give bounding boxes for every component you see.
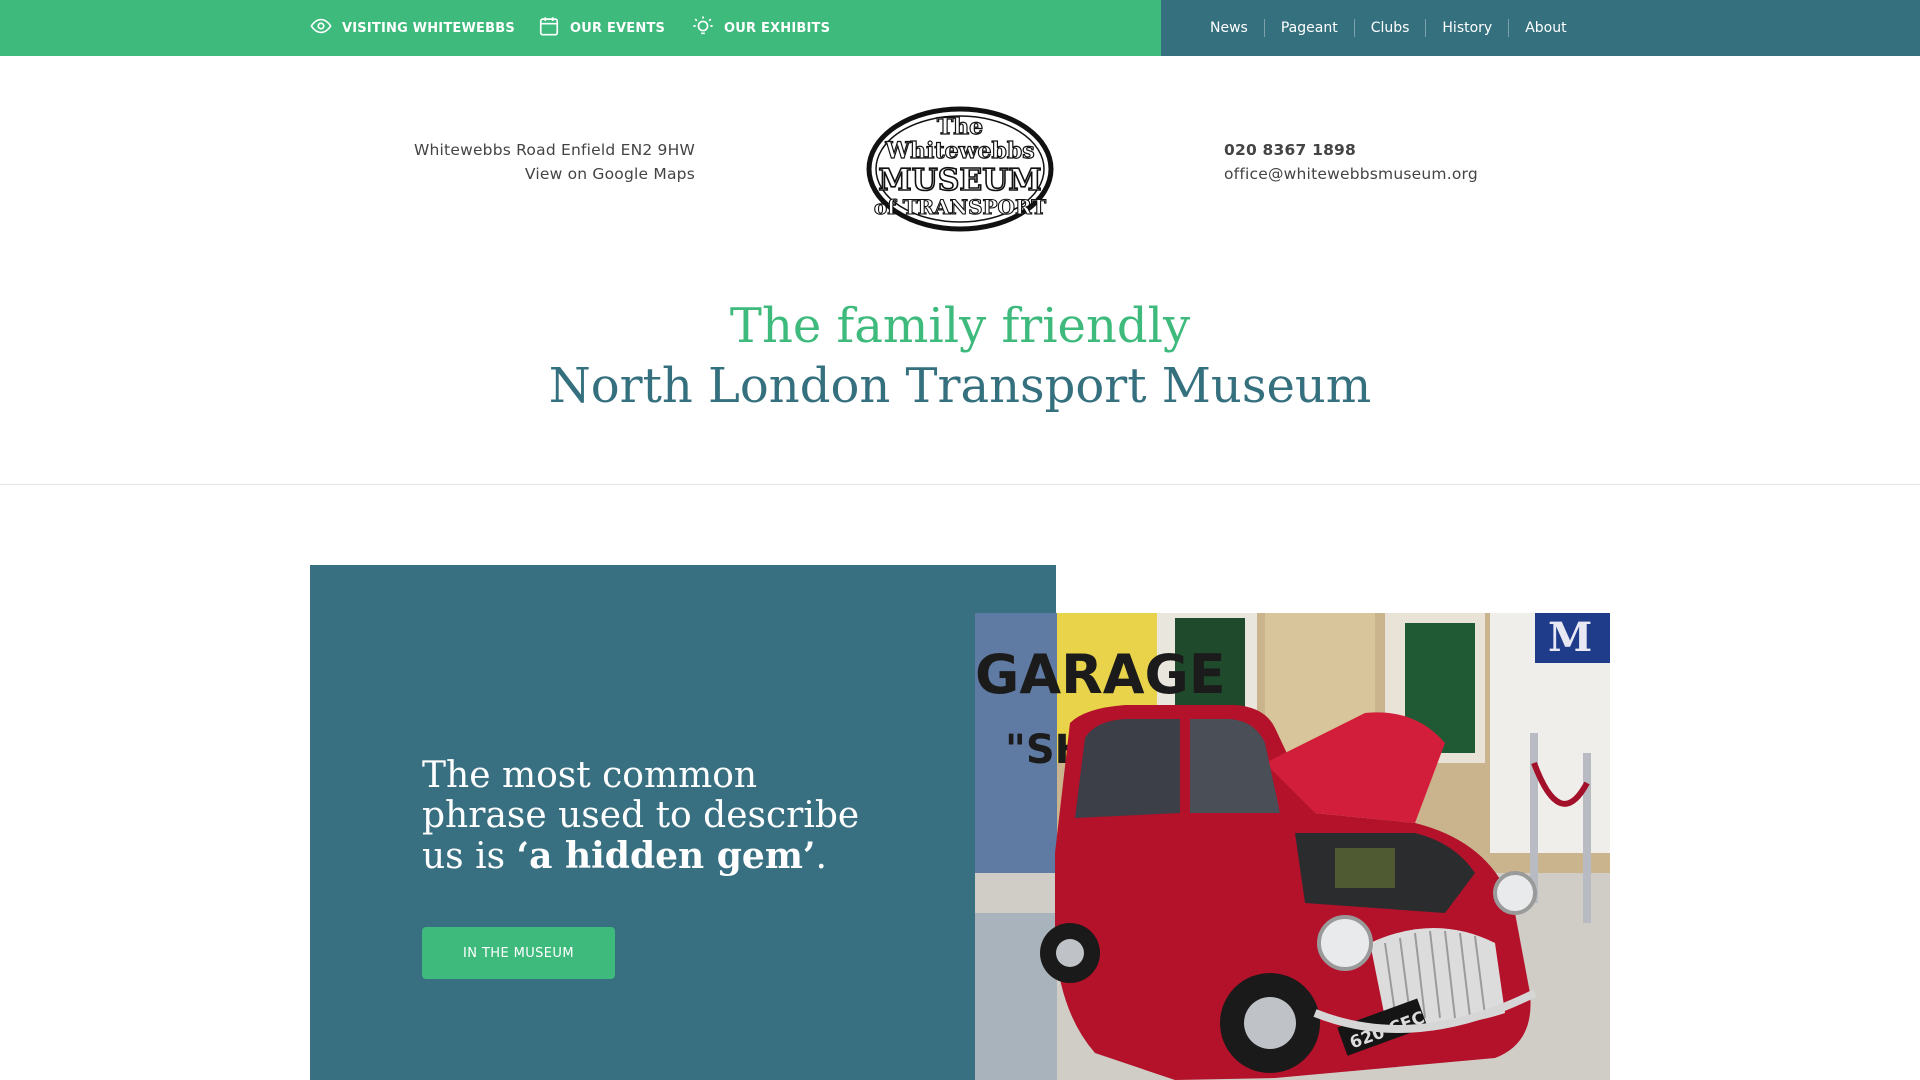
eye-icon [310,15,332,41]
hero-photo: M GARAGE "SHELL" [975,613,1610,1080]
tagline-line2: North London Transport Museum [548,358,1372,414]
museum-logo[interactable]: The Whitewebbs MUSEUM of TRANSPORT [866,106,1054,232]
nav-history[interactable]: History [1425,19,1508,37]
logo-line3: MUSEUM [878,163,1041,198]
phone-number[interactable]: 020 8367 1898 [1224,138,1478,162]
logo-line4: of TRANSPORT [874,195,1046,219]
nav-events[interactable]: OUR EVENTS [538,0,665,56]
address-text: Whitewebbs Road Enfield EN2 9HW [414,141,695,159]
nav-events-label: OUR EVENTS [570,20,666,36]
tagline: The family friendly North London Transpo… [0,296,1920,416]
calendar-icon [538,15,560,41]
nav-visiting-label: VISITING WHITEWEBBS [342,20,515,36]
in-the-museum-button[interactable]: IN THE MUSEUM [422,927,615,979]
nav-clubs[interactable]: Clubs [1353,19,1426,37]
top-bar: VISITING WHITEWEBBS OUR EVENTS OUR EXHIB… [0,0,1920,56]
google-maps-link[interactable]: View on Google Maps [414,162,695,186]
logo-line1: The [937,114,983,140]
tagline-line1: The family friendly [729,298,1191,354]
nav-visiting[interactable]: VISITING WHITEWEBBS [310,0,515,56]
nav-exhibits[interactable]: OUR EXHIBITS [692,0,830,56]
nav-pageant[interactable]: Pageant [1263,19,1354,37]
nav-news[interactable]: News [1194,19,1264,37]
garage-sign-text: GARAGE [975,643,1226,706]
svg-text:M: M [1548,614,1592,661]
primary-nav: VISITING WHITEWEBBS OUR EVENTS OUR EXHIB… [0,0,1161,56]
contact-block: 020 8367 1898 office@whitewebbsmuseum.or… [1224,138,1478,186]
logo-line2: Whitewebbs [884,138,1034,164]
email-address[interactable]: office@whitewebbsmuseum.org [1224,162,1478,186]
address-block: Whitewebbs Road Enfield EN2 9HW View on … [414,138,695,186]
secondary-nav: News Pageant Clubs History About [1194,0,1583,56]
hero-heading-end: . [815,836,827,877]
nav-about[interactable]: About [1508,19,1582,37]
hero-heading: The most common phrase used to describe … [422,756,892,877]
nav-exhibits-label: OUR EXHIBITS [724,20,831,36]
hero-heading-bold: ‘a hidden gem’ [516,835,816,877]
section-divider [0,484,1920,485]
lightbulb-icon [692,15,714,41]
